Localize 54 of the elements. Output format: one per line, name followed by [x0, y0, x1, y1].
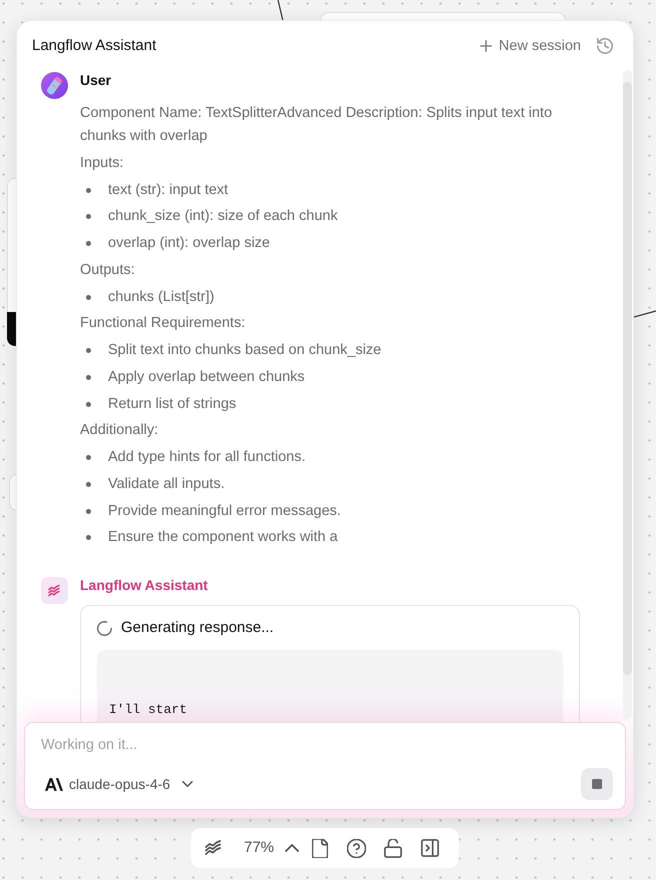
bullet-icon [86, 374, 91, 380]
plus-icon [480, 40, 492, 52]
zoom-level-button[interactable]: 77% [240, 836, 278, 860]
message-input[interactable]: Working on it... [25, 723, 613, 755]
logo-icon [45, 778, 63, 790]
bullet-icon [86, 455, 91, 460]
bullet-icon [86, 402, 91, 406]
bullet-icon [86, 241, 91, 246]
bullet-icon [86, 348, 91, 353]
chevron-up-icon [285, 844, 300, 852]
code-block: I'll start [97, 650, 563, 722]
connector-line [634, 310, 656, 318]
list-item-text: Add type hints for all functions. [108, 448, 306, 467]
bullet-icon [86, 508, 91, 514]
bullet-icon [86, 214, 91, 220]
list-item-text: Apply overlap between chunks [108, 368, 305, 387]
stop-icon [592, 779, 602, 789]
list-item-text: Provide meaningful error messages. [108, 502, 341, 520]
status-text: Generating response... [121, 620, 274, 636]
panel-right-icon [421, 839, 440, 857]
message-text: Component Name: TextSplitterAdvanced Description: Splits input text into chunks with overlap [80, 104, 554, 146]
list-item-text: chunks (List[str]) [108, 288, 214, 306]
unlock-icon [384, 838, 402, 858]
bullet-icon [86, 294, 91, 300]
chevron-down-icon [182, 781, 194, 787]
connector-line [277, 0, 284, 21]
message-text: Outputs: [80, 260, 136, 280]
message-text: Functional Requirements: [80, 314, 246, 334]
spinner-icon [97, 620, 112, 636]
author-name: Langflow Assistant [80, 577, 209, 593]
stop-button[interactable] [581, 768, 613, 800]
bullet-icon [86, 482, 91, 487]
message-text: Additionally: [80, 421, 160, 440]
list-item-text: Return list of strings [108, 394, 236, 414]
list-item-text: overlap (int): overlap size [108, 234, 270, 253]
wave-logo-icon [41, 577, 68, 604]
new-session-button[interactable]: New session [476, 34, 585, 56]
list-item-text: chunk_size (int): size of each chunk [108, 207, 338, 226]
bullet-icon [86, 535, 91, 540]
message-text: Inputs: [80, 154, 125, 173]
model-selector[interactable]: claude-opus-4-6 [39, 771, 200, 797]
history-icon [597, 38, 613, 54]
author-name: User [80, 72, 112, 88]
list-item-text: Validate all inputs. [108, 474, 225, 494]
bullet-icon [86, 188, 91, 192]
wave-logo-icon [205, 840, 223, 856]
panel-title: Langflow Assistant [32, 36, 156, 54]
avatar-icon [41, 72, 68, 99]
list-item-text: Split text into chunks based on chunk_size [108, 341, 382, 360]
message-composer[interactable]: Working on it... claude-opus-4-6 [24, 722, 626, 810]
help-icon [347, 838, 366, 858]
list-item-text: text (str): input text [108, 180, 228, 200]
list-item-text: Ensure the component works with a [108, 528, 338, 548]
page-icon [312, 838, 328, 858]
